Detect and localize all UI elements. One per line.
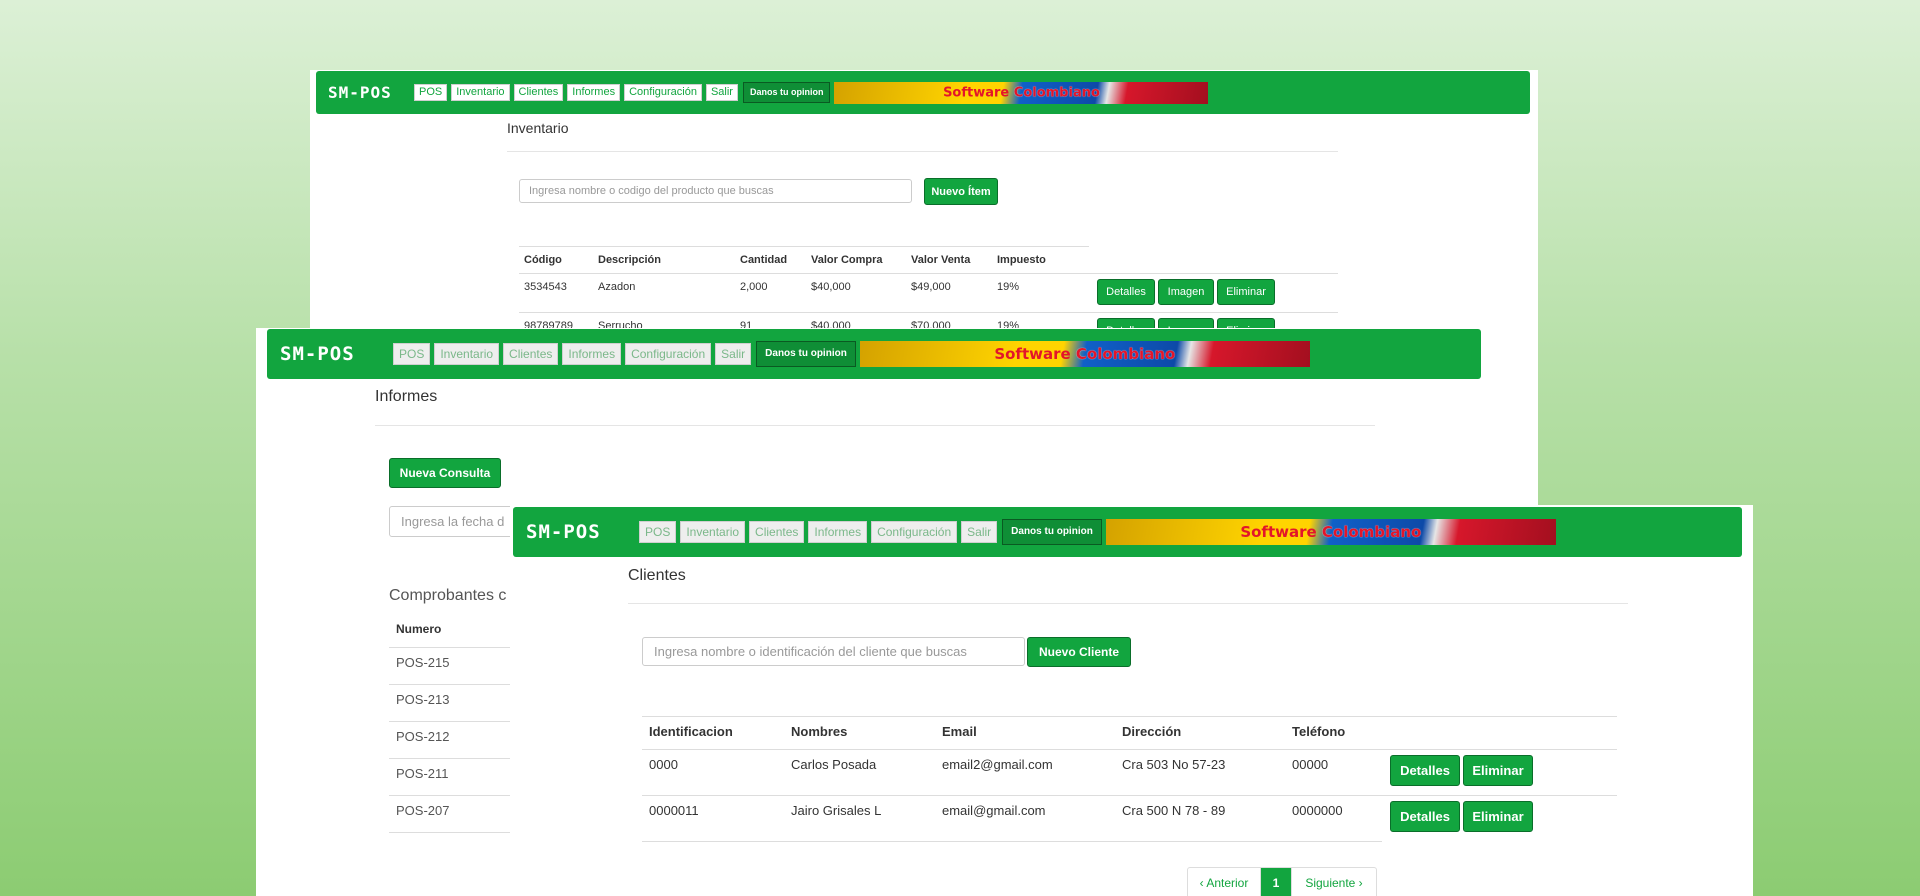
details-button[interactable]: Detalles: [1390, 801, 1460, 832]
page-1-link[interactable]: 1: [1261, 868, 1291, 896]
col-header-valor-compra: Valor Compra: [811, 254, 883, 266]
delete-button[interactable]: Eliminar: [1463, 755, 1533, 786]
page-title: Clientes: [628, 567, 686, 584]
next-page-link[interactable]: Siguiente ›: [1291, 868, 1376, 896]
banner[interactable]: Software Colombiano: [1105, 519, 1556, 545]
details-button[interactable]: Detalles: [1097, 279, 1155, 305]
nav-configuracion[interactable]: Configuración: [624, 84, 702, 101]
logo: SM-POS: [280, 343, 355, 365]
new-query-button[interactable]: Nueva Consulta: [389, 458, 501, 488]
opinion-button[interactable]: Danos tu opinion: [742, 82, 831, 103]
product-search-input[interactable]: Ingresa nombre o codigo del producto que…: [519, 179, 912, 203]
col-header-nombres: Nombres: [791, 724, 848, 739]
banner-word-2: Colombiano: [1013, 85, 1100, 100]
opinion-button[interactable]: Danos tu opinion: [756, 341, 856, 367]
navbar: SM-POS POS Inventario Clientes Informes …: [316, 71, 1530, 114]
nav-clientes[interactable]: Clientes: [503, 343, 559, 365]
image-button[interactable]: Imagen: [1158, 279, 1214, 305]
opinion-button[interactable]: Danos tu opinion: [1002, 519, 1102, 545]
list-item[interactable]: POS-212: [396, 729, 449, 744]
nav-informes[interactable]: Informes: [562, 343, 622, 365]
list-item[interactable]: POS-207: [396, 803, 449, 818]
nav-inventario[interactable]: Inventario: [451, 84, 510, 101]
nav-clientes[interactable]: Clientes: [749, 521, 805, 543]
col-header-cantidad: Cantidad: [740, 254, 788, 266]
nav-informes[interactable]: Informes: [567, 84, 621, 101]
date-input[interactable]: Ingresa la fecha d: [389, 506, 529, 537]
new-item-button[interactable]: Nuevo Ítem: [924, 178, 998, 205]
nav-inventario[interactable]: Inventario: [680, 521, 746, 543]
details-button[interactable]: Detalles: [1390, 755, 1460, 786]
pagination: ‹ Anterior 1 Siguiente ›: [1187, 867, 1377, 896]
banner[interactable]: Software Colombiano: [859, 341, 1310, 367]
nav-configuracion[interactable]: Configuración: [625, 343, 712, 365]
navbar: SM-POS POS Inventario Clientes Informes …: [513, 507, 1742, 557]
client-search-input[interactable]: Ingresa nombre o identificación del clie…: [642, 637, 1025, 666]
divider: [507, 151, 1338, 152]
col-header-descripcion: Descripción: [598, 254, 661, 266]
list-item[interactable]: POS-211: [396, 766, 449, 781]
banner-word-2: Colombiano: [1321, 523, 1422, 541]
banner-word-1: Software: [1240, 523, 1317, 541]
divider: [375, 425, 1375, 426]
nav-pos[interactable]: POS: [393, 343, 431, 365]
nav-clientes[interactable]: Clientes: [513, 84, 564, 101]
col-header-valor-venta: Valor Venta: [911, 254, 971, 266]
logo: SM-POS: [328, 83, 392, 102]
banner-word-2: Colombiano: [1075, 345, 1176, 363]
col-header-impuesto: Impuesto: [997, 254, 1046, 266]
banner-word-1: Software: [943, 85, 1010, 100]
nav-configuracion[interactable]: Configuración: [871, 521, 958, 543]
nav-salir[interactable]: Salir: [961, 521, 998, 543]
nav-pos[interactable]: POS: [414, 84, 448, 101]
prev-page-link[interactable]: ‹ Anterior: [1188, 868, 1261, 896]
banner[interactable]: Software Colombiano: [834, 81, 1209, 104]
banner-word-1: Software: [994, 345, 1071, 363]
col-header-telefono: Teléfono: [1292, 724, 1346, 739]
section-title: Comprobantes c: [389, 587, 507, 604]
inventario-window: SM-POS POS Inventario Clientes Informes …: [310, 70, 1538, 340]
nav-informes[interactable]: Informes: [808, 521, 868, 543]
list-item[interactable]: POS-213: [396, 692, 449, 707]
col-header-codigo: Código: [524, 254, 562, 266]
divider: [628, 603, 1628, 604]
clientes-window: SM-POS POS Inventario Clientes Informes …: [510, 505, 1753, 896]
logo: SM-POS: [526, 521, 601, 543]
delete-button[interactable]: Eliminar: [1217, 279, 1275, 305]
col-header-direccion: Dirección: [1122, 724, 1182, 739]
nav-pos[interactable]: POS: [639, 521, 677, 543]
page-title: Informes: [375, 388, 438, 405]
col-header-email: Email: [942, 724, 977, 739]
list-item[interactable]: POS-215: [396, 655, 449, 670]
col-header-numero: Numero: [396, 622, 442, 636]
navbar: SM-POS POS Inventario Clientes Informes …: [267, 329, 1481, 379]
nav-inventario[interactable]: Inventario: [434, 343, 500, 365]
delete-button[interactable]: Eliminar: [1463, 801, 1533, 832]
new-client-button[interactable]: Nuevo Cliente: [1027, 637, 1131, 667]
nav-salir[interactable]: Salir: [715, 343, 752, 365]
nav-salir[interactable]: Salir: [705, 84, 738, 101]
col-header-identificacion: Identificacion: [649, 724, 733, 739]
page-title: Inventario: [507, 120, 569, 136]
